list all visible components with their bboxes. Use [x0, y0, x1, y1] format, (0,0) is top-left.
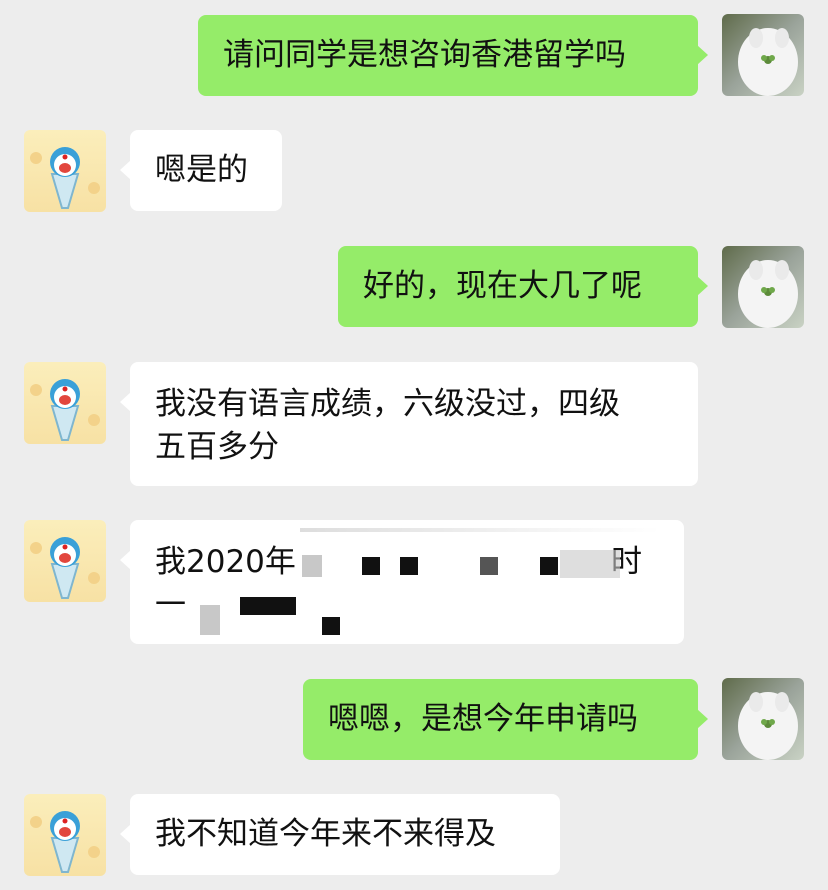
message-text: 我不知道今年来不来得及 — [155, 816, 496, 852]
contact-avatar[interactable] — [24, 130, 106, 212]
message-bubble[interactable]: 我没有语言成绩，六级没过，四级 五百多分 — [120, 362, 698, 486]
contact-avatar[interactable] — [24, 520, 106, 602]
message-text-line: 五百多分 — [155, 429, 279, 465]
message-bubble[interactable]: 嗯是的 — [120, 130, 282, 211]
message-bubble[interactable]: 我不知道今年来不来得及 — [120, 794, 560, 875]
message-bubble[interactable]: 嗯嗯，是想今年申请吗 — [303, 679, 708, 760]
message-text: 嗯嗯，是想今年申请吗 — [328, 701, 638, 737]
redaction-block — [240, 597, 296, 615]
redaction-block — [362, 557, 380, 575]
message-bubble[interactable]: 好的，现在大几了呢 — [338, 246, 708, 327]
doraemon-avatar-icon — [24, 362, 106, 444]
doraemon-avatar-icon — [24, 520, 106, 602]
message-text: 嗯是的 — [155, 152, 248, 188]
my-avatar[interactable] — [722, 14, 804, 96]
redacted-line-2: 一 — [155, 584, 660, 627]
redaction-block — [200, 605, 220, 635]
white-cat-avatar-icon — [722, 14, 804, 96]
redaction-block — [302, 555, 322, 577]
doraemon-avatar-icon — [24, 794, 106, 876]
message-text-fragment: 一 — [155, 587, 186, 623]
my-avatar[interactable] — [722, 246, 804, 328]
redaction-block — [560, 550, 620, 578]
redaction-block — [400, 557, 418, 575]
white-cat-avatar-icon — [722, 246, 804, 328]
message-text-fragment: 我2020年 — [155, 544, 296, 580]
message-text: 请问同学是想咨询香港留学吗 — [223, 37, 626, 73]
redaction-block — [322, 617, 340, 635]
contact-avatar[interactable] — [24, 794, 106, 876]
message-text-line: 我没有语言成绩，六级没过，四级 — [155, 386, 620, 422]
my-avatar[interactable] — [722, 678, 804, 760]
redaction-block — [480, 557, 498, 575]
message-text: 好的，现在大几了呢 — [363, 268, 642, 304]
message-bubble[interactable]: 请问同学是想咨询香港留学吗 — [198, 15, 708, 96]
redaction-block — [540, 557, 558, 575]
contact-avatar[interactable] — [24, 362, 106, 444]
white-cat-avatar-icon — [722, 678, 804, 760]
doraemon-avatar-icon — [24, 130, 106, 212]
redaction-smudge — [300, 528, 660, 532]
